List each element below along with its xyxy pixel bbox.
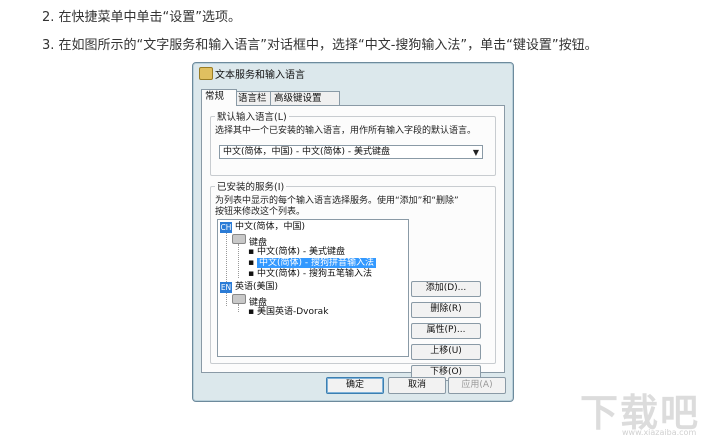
- keyboard-app-icon: [199, 67, 213, 80]
- tree-node-chinese[interactable]: CH 中文(简体，中国): [220, 222, 305, 233]
- apply-button[interactable]: 应用(A): [448, 377, 506, 394]
- dialog-titlebar[interactable]: 文本服务和输入语言: [193, 63, 513, 83]
- language-badge-icon: EN: [220, 282, 232, 293]
- tree-item-label-selected: 中文(简体) - 搜狗拼音输入法: [256, 258, 376, 268]
- installed-services-tree[interactable]: CH 中文(简体，中国) 键盘 ▪ 中文(简体) - 美式键盘 ▪ 中文(简体) …: [217, 219, 409, 357]
- tree-item-sogou-pinyin[interactable]: ▪ 中文(简体) - 搜狗拼音输入法: [248, 258, 376, 269]
- tree-item-label: 美国英语-Dvorak: [256, 307, 329, 317]
- tree-node-english[interactable]: EN 英语(美国): [220, 282, 278, 293]
- cancel-button[interactable]: 取消: [388, 377, 446, 394]
- watermark-url: www.xiazaiba.com: [622, 428, 697, 437]
- tab-advanced-key-settings[interactable]: 高级键设置: [270, 91, 340, 106]
- installed-services-legend: 已安装的服务(I): [215, 179, 287, 193]
- tree-label-english: 英语(美国): [235, 282, 279, 292]
- default-language-legend: 默认输入语言(L): [215, 109, 289, 123]
- instruction-step-2: 2. 在快捷菜单中单击“设置”选项。: [42, 10, 242, 25]
- default-language-dropdown[interactable]: 中文(简体，中国) - 中文(简体) - 美式键盘 ▼: [219, 145, 483, 159]
- tab-language-bar[interactable]: 语言栏: [234, 91, 274, 106]
- default-language-value: 中文(简体，中国) - 中文(简体) - 美式键盘: [223, 147, 390, 157]
- keyboard-icon: [232, 294, 246, 304]
- add-button[interactable]: 添加(D)...: [411, 281, 481, 297]
- tree-item-sogou-wubi[interactable]: ▪ 中文(简体) - 搜狗五笔输入法: [248, 269, 372, 280]
- tree-item-dvorak[interactable]: ▪ 美国英语-Dvorak: [248, 307, 328, 318]
- properties-button[interactable]: 属性(P)...: [411, 323, 481, 339]
- text-services-dialog: 文本服务和输入语言 常规 语言栏 高级键设置 默认输入语言(L) 选择其中一个已…: [192, 62, 514, 402]
- tree-item-label: 中文(简体) - 搜狗五笔输入法: [256, 269, 372, 279]
- installed-services-group: 已安装的服务(I) 为列表中显示的每个输入语言选择服务。使用“添加”和“删除” …: [210, 179, 496, 381]
- installed-services-description-2: 按钮来修改这个列表。: [215, 207, 306, 217]
- move-up-button[interactable]: 上移(U): [411, 344, 481, 360]
- tree-item-label: 中文(简体) - 美式键盘: [256, 247, 345, 257]
- language-badge-icon: CH: [220, 222, 232, 233]
- dialog-title: 文本服务和输入语言: [215, 70, 305, 81]
- ok-button[interactable]: 确定: [326, 377, 384, 394]
- general-tab-panel: 默认输入语言(L) 选择其中一个已安装的输入语言，用作所有输入字段的默认语言。 …: [201, 105, 505, 381]
- default-language-group: 默认输入语言(L) 选择其中一个已安装的输入语言，用作所有输入字段的默认语言。 …: [210, 109, 496, 176]
- default-language-description: 选择其中一个已安装的输入语言，用作所有输入字段的默认语言。: [215, 126, 477, 136]
- dropdown-arrow-icon: ▼: [472, 148, 479, 157]
- tree-label-chinese: 中文(简体，中国): [235, 222, 306, 232]
- site-watermark: 下载吧 www.xiazaiba.com: [580, 382, 700, 442]
- remove-button[interactable]: 删除(R): [411, 302, 481, 318]
- tab-general[interactable]: 常规: [201, 89, 237, 106]
- tree-item-us-keyboard[interactable]: ▪ 中文(简体) - 美式键盘: [248, 247, 345, 258]
- keyboard-icon: [232, 234, 246, 244]
- instruction-step-3: 3. 在如图所示的“文字服务和输入语言”对话框中，选择“中文-搜狗输入法”，单击…: [42, 38, 598, 53]
